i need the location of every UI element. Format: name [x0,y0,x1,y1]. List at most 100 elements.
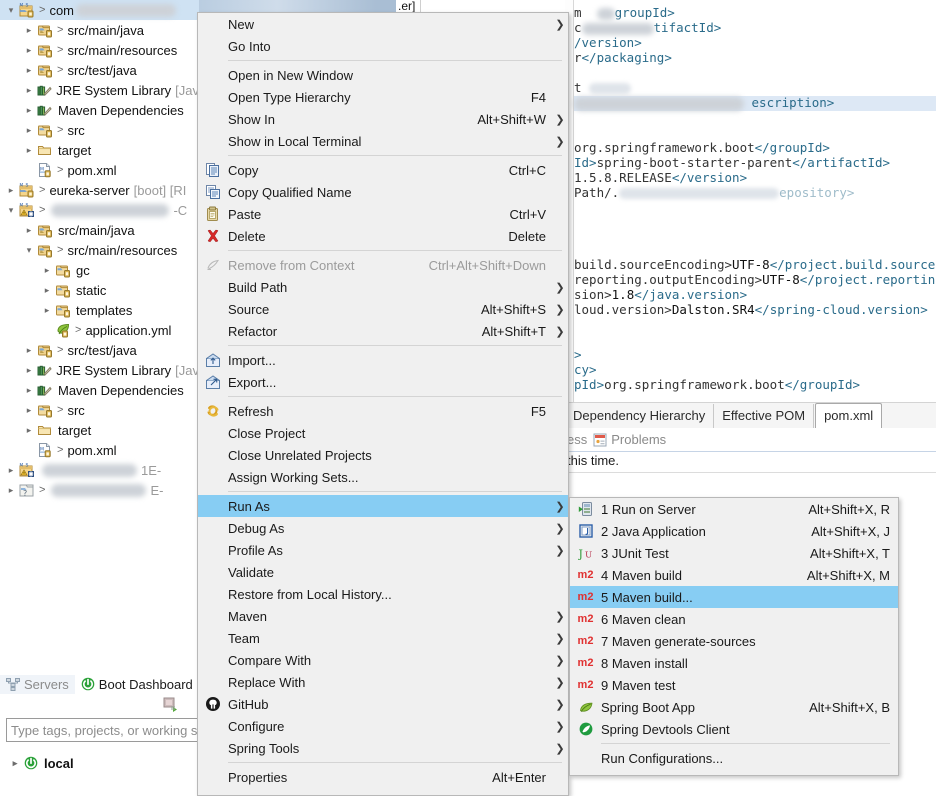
tree-item-src-test-java[interactable]: ▸ > src/test/java [0,60,199,80]
tree-item-pom-xml[interactable]: M > pom.xml [0,160,199,180]
collapse-twisty-icon[interactable]: ▾ [4,205,18,215]
menu-item-delete[interactable]: Delete Delete [198,225,568,247]
menu-item-show-in[interactable]: Show In Alt+Shift+W ❯ [198,108,568,130]
expand-twisty-icon[interactable]: ▸ [8,758,22,768]
editor-code[interactable]: m groupId> c tifactId> /version> r</packa… [574,5,936,392]
expand-twisty-icon[interactable]: ▸ [22,145,36,155]
expand-twisty-icon[interactable]: ▸ [22,65,36,75]
menu-item-import[interactable]: Import... [198,349,568,371]
run-as-item-run-configurations[interactable]: Run Configurations... [570,747,898,769]
run-as-item-2-java-application[interactable]: 2 Java Application Alt+Shift+X, J [570,520,898,542]
new-boot-config-icon[interactable] [163,697,181,713]
menu-item-copy[interactable]: Copy Ctrl+C [198,159,568,181]
tab-boot-dashboard[interactable]: Boot Dashboard [74,674,199,694]
menu-item-compare-with[interactable]: Compare With ❯ [198,649,568,671]
boot-dashboard-view[interactable]: Servers Boot Dashboard Type tags, projec… [0,670,202,796]
tree-item-maven-dependencies[interactable]: ▸ Maven Dependencies [0,380,199,400]
tree-item-src-main-java[interactable]: ▸ src/main/java [0,220,199,240]
expand-twisty-icon[interactable]: ▸ [40,305,54,315]
menu-item-go-into[interactable]: Go Into [198,35,568,57]
expand-twisty-icon[interactable]: ▸ [40,285,54,295]
expand-twisty-icon[interactable]: ▸ [4,465,18,475]
tree-item-jre-system-library[interactable]: ▸ JRE System Library [Jav [0,80,199,100]
expand-twisty-icon[interactable]: ▸ [4,185,18,195]
menu-item-team[interactable]: Team ❯ [198,627,568,649]
package-explorer[interactable]: ▾ M S > com ▸ > src/main/java ▸ > src/main/resourc… [0,0,199,676]
tree-item-redacted-10[interactable]: ▾ M S > -C [0,200,199,220]
expand-twisty-icon[interactable]: ▸ [40,265,54,275]
menu-item-build-path[interactable]: Build Path ❯ [198,276,568,298]
problems-tab-strip[interactable]: ess Problems [565,428,936,452]
menu-item-copy-qualified-name[interactable]: Copy Qualified Name [198,181,568,203]
run-as-item-spring-devtools-client[interactable]: Spring Devtools Client [570,718,898,740]
expand-twisty-icon[interactable]: ▸ [22,105,36,115]
menu-item-refactor[interactable]: Refactor Alt+Shift+T ❯ [198,320,568,342]
tree-item-pom-xml[interactable]: M > pom.xml [0,440,199,460]
menu-item-refresh[interactable]: Refresh F5 [198,400,568,422]
tree-item-jre-system-library[interactable]: ▸ JRE System Library [Jav [0,360,199,380]
expand-twisty-icon[interactable]: ▸ [22,85,36,95]
tree-item-gc[interactable]: ▸ gc [0,260,199,280]
tree-item-static[interactable]: ▸ static [0,280,199,300]
run-as-item-9-maven-test[interactable]: m2 9 Maven test [570,674,898,696]
menu-item-close-project[interactable]: Close Project [198,422,568,444]
tree-item-src-main-resources[interactable]: ▾ > src/main/resources [0,240,199,260]
menu-item-configure[interactable]: Configure ❯ [198,715,568,737]
run-as-item-1-run-on-server[interactable]: 1 Run on Server Alt+Shift+X, R [570,498,898,520]
menu-item-restore-from-local-history[interactable]: Restore from Local History... [198,583,568,605]
problems-view[interactable]: ess Problems this time. [565,428,936,488]
tree-item-src-main-resources[interactable]: ▸ > src/main/resources [0,40,199,60]
expand-twisty-icon[interactable]: ▸ [22,225,36,235]
menu-item-paste[interactable]: Paste Ctrl+V [198,203,568,225]
tree-item-redacted-23[interactable]: ▸ M S 1E- [0,460,199,480]
menu-item-open-in-new-window[interactable]: Open in New Window [198,64,568,86]
expand-twisty-icon[interactable]: ▸ [4,485,18,495]
run-as-submenu[interactable]: 1 Run on Server Alt+Shift+X, R 2 Java Appl… [569,497,899,776]
run-as-item-3-junit-test[interactable]: JU3 JUnit Test Alt+Shift+X, T [570,542,898,564]
expand-twisty-icon[interactable]: ▸ [22,425,36,435]
menu-item-debug-as[interactable]: Debug As ❯ [198,517,568,539]
tab-dependency-hierarchy[interactable]: Dependency Hierarchy [565,404,715,428]
tree-item-application-yml[interactable]: > application.yml [0,320,199,340]
boot-dashboard-row-local[interactable]: ▸ local [0,752,199,774]
expand-twisty-icon[interactable]: ▸ [22,125,36,135]
expand-twisty-icon[interactable]: ▸ [22,405,36,415]
menu-item-source[interactable]: Source Alt+Shift+S ❯ [198,298,568,320]
menu-item-export[interactable]: Export... [198,371,568,393]
tree-item-src-main-java[interactable]: ▸ > src/main/java [0,20,199,40]
expand-twisty-icon[interactable]: ▸ [22,365,36,375]
run-as-item-spring-boot-app[interactable]: Spring Boot App Alt+Shift+X, B [570,696,898,718]
tree-item-target[interactable]: ▸ target [0,420,199,440]
project-context-menu[interactable]: New ❯ Go Into Open in New Window Open Type H… [197,12,569,796]
menu-item-close-unrelated-projects[interactable]: Close Unrelated Projects [198,444,568,466]
boot-dashboard-toolbar[interactable] [141,696,181,716]
menu-item-validate[interactable]: Validate [198,561,568,583]
expand-twisty-icon[interactable]: ▸ [22,345,36,355]
menu-item-properties[interactable]: Properties Alt+Enter [198,766,568,788]
expand-twisty-icon[interactable]: ▸ [22,25,36,35]
menu-item-github[interactable]: GitHub ❯ [198,693,568,715]
run-as-item-6-maven-clean[interactable]: m2 6 Maven clean [570,608,898,630]
run-as-item-8-maven-install[interactable]: m2 8 Maven install [570,652,898,674]
tree-item-target[interactable]: ▸ target [0,140,199,160]
boot-dashboard-filter-input[interactable]: Type tags, projects, or working s [6,718,202,742]
menu-item-profile-as[interactable]: Profile As ❯ [198,539,568,561]
menu-item-open-type-hierarchy[interactable]: Open Type Hierarchy F4 [198,86,568,108]
menu-item-assign-working-sets[interactable]: Assign Working Sets... [198,466,568,488]
tree-item-redacted-24[interactable]: ▸? > E- [0,480,199,500]
collapse-twisty-icon[interactable]: ▾ [4,5,18,15]
tree-item-eureka-server[interactable]: ▸ M S > eureka-server [boot] [RI [0,180,199,200]
tree-item-maven-dependencies[interactable]: ▸ Maven Dependencies [0,100,199,120]
run-as-item-4-maven-build[interactable]: m2 4 Maven build Alt+Shift+X, M [570,564,898,586]
bottom-left-tab-strip[interactable]: Servers Boot Dashboard [0,672,199,696]
tree-item-src-test-java[interactable]: ▸ > src/test/java [0,340,199,360]
menu-item-run-as[interactable]: Run As ❯ [198,495,568,517]
tab-servers[interactable]: Servers [0,674,75,694]
pom-editor-page-tabs[interactable]: Dependency Hierarchy Effective POM pom.x… [565,402,936,428]
expand-twisty-icon[interactable]: ▸ [22,45,36,55]
pom-xml-editor[interactable]: m groupId> c tifactId> /version> r</packa… [565,0,936,430]
tab-problems[interactable]: Problems [593,432,666,447]
run-as-item-5-maven-build[interactable]: m2 5 Maven build... [570,586,898,608]
tree-item-src[interactable]: ▸ > src [0,400,199,420]
menu-item-new[interactable]: New ❯ [198,13,568,35]
